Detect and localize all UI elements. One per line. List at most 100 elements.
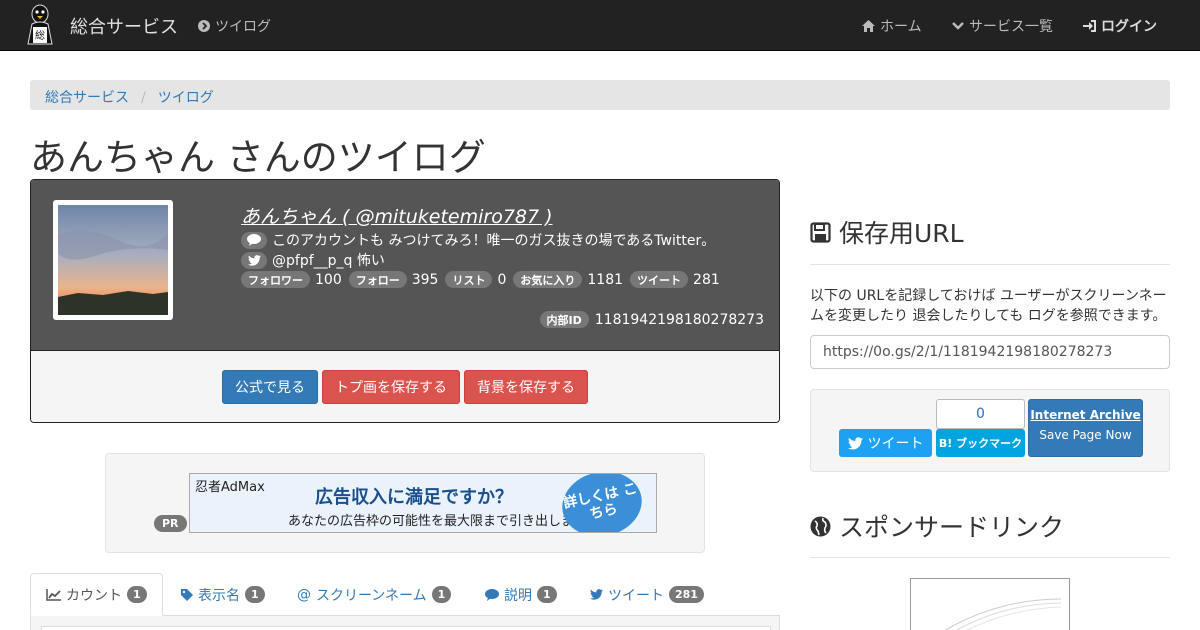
stat-label-following: フォロー [348,271,407,288]
sponsor-ad-image [944,598,1062,630]
internal-id: 内部ID 1181942198180278273 [539,311,764,328]
tab-tweets-badge: 281 [669,586,704,603]
brand-name[interactable]: 総合サービス [70,13,178,39]
sponsor-heading: スポンサードリンク [810,508,1064,544]
penguin-logo-icon[interactable]: 総 [20,2,60,46]
hatena-bookmark-button[interactable]: B! ブックマーク [936,429,1025,457]
profile-actions: 公式で見る トプ画を保存する 背景を保存する [31,350,779,422]
stat-label-tweets: ツイート [630,271,689,288]
nav-login-label: ログイン [1101,19,1157,35]
profile-bio: このアカウントも みつけてみろ！唯一のガス抜きの場であるTwitter。 [241,230,715,250]
hatena-bookmark-count: 0 [936,399,1025,429]
save-background-button[interactable]: 背景を保存する [464,370,588,404]
svg-text:総: 総 [35,29,45,42]
chevron-down-icon [952,22,964,30]
tab-description-badge: 1 [537,586,557,603]
internet-archive-title: Internet Archive [1030,408,1141,422]
share-box: ツイート 0 B! ブックマーク Internet Archive Save P… [810,389,1170,472]
tab-display-name-badge: 1 [245,586,265,603]
home-icon [862,20,875,32]
comment-icon [241,231,267,249]
twitter-icon [590,589,603,600]
stat-value-following: 395 [411,271,439,288]
profile-header: あんちゃん ( @mituketemiro787 ) このアカウントも みつけて… [31,180,779,350]
ad-subtext: あなたの広告枠の可能性を最大限まで引き出します [288,514,588,529]
divider [810,557,1170,558]
breadcrumb-item-tsuilog[interactable]: ツイログ [158,90,214,106]
tag-icon [181,588,193,601]
internal-id-label: 内部ID [539,311,589,328]
save-url-input[interactable] [810,335,1170,369]
page-title: あんちゃん さんのツイログ [30,136,486,179]
save-url-heading-text: 保存用URL [839,219,964,248]
nav-tsuilog[interactable]: ツイログ [198,16,271,36]
stat-label-lists: リスト [445,271,493,288]
tabs: カウント 1 表示名 1 @ スクリーンネーム 1 説明 1 ツイート 281 [30,573,780,616]
tab-screen-name[interactable]: @ スクリーンネーム 1 [297,573,452,616]
tweet-share-button[interactable]: ツイート [839,429,932,457]
ad-details-badge: 詳しくは こちら [556,474,648,532]
avatar-image [58,205,168,315]
avatar[interactable] [53,200,173,320]
tab-count-label: カウント [66,587,122,604]
profile-twitter-text: @pfpf__p_q 怖い [272,253,385,269]
tweet-share-label: ツイート [867,436,924,452]
breadcrumb: 総合サービス / ツイログ [30,80,1170,110]
save-url-heading: 保存用URL [810,214,964,250]
tab-count-badge: 1 [127,586,147,603]
divider [810,264,1170,265]
tab-content-table [41,626,771,630]
breadcrumb-item-home[interactable]: 総合サービス [45,90,129,106]
ad-headline: 広告収入に満足ですか？ [315,487,513,508]
globe-icon [810,516,831,536]
internal-id-value: 1181942198180278273 [594,311,764,328]
nav-home[interactable]: ホーム [862,16,922,36]
nav-services-label: サービス一覧 [969,19,1053,35]
twitter-icon [241,251,267,269]
tab-count[interactable]: カウント 1 [30,573,163,616]
chevron-circle-right-icon [198,20,210,32]
save-url-description: 以下の URLを記録しておけば ユーザーがスクリーンネームを変更したり 退会した… [810,288,1167,324]
profile-name-link[interactable]: あんちゃん ( @mituketemiro787 ) [241,202,553,229]
breadcrumb-separator: / [141,90,146,106]
internet-archive-subtitle: Save Page Now [1039,428,1132,442]
stat-value-lists: 0 [497,271,507,288]
stat-value-followers: 100 [315,271,342,288]
nav-services[interactable]: サービス一覧 [952,16,1053,36]
tab-description-label: 説明 [504,587,532,604]
floppy-disk-icon [810,221,831,243]
navbar: 総 総合サービス ツイログ ホーム サービス一覧 ログイン [0,0,1200,51]
stat-value-favorites: 1181 [587,271,624,288]
internet-archive-button[interactable]: Internet Archive Save Page Now [1028,399,1143,457]
tab-screen-name-badge: 1 [431,586,452,603]
tab-display-name-label: 表示名 [198,587,240,604]
line-chart-icon [46,588,61,601]
comment-icon [485,588,499,601]
ad-banner[interactable]: 忍者AdMax 広告収入に満足ですか？ あなたの広告枠の可能性を最大限まで引き出… [189,473,657,533]
sign-in-icon [1083,20,1096,32]
view-official-button[interactable]: 公式で見る [222,370,318,404]
pr-badge: PR [154,515,187,532]
nav-tsuilog-label: ツイログ [215,19,271,35]
tab-display-name[interactable]: 表示名 1 [181,573,265,616]
profile-bio-text: このアカウントも みつけてみろ！唯一のガス抜きの場であるTwitter。 [272,233,716,249]
ad-box: PR 忍者AdMax 広告収入に満足ですか？ あなたの広告枠の可能性を最大限まで… [105,453,705,553]
profile-twitter-line: @pfpf__p_q 怖い [241,250,385,270]
save-icon-button[interactable]: トプ画を保存する [322,370,460,404]
tab-description[interactable]: 説明 1 [485,573,557,616]
sponsor-ad[interactable] [910,578,1070,630]
sponsor-heading-text: スポンサードリンク [839,513,1065,542]
profile-card: あんちゃん ( @mituketemiro787 ) このアカウントも みつけて… [30,179,780,423]
ad-logo: 忍者AdMax [195,480,265,495]
tab-tweets[interactable]: ツイート 281 [590,573,704,616]
nav-login[interactable]: ログイン [1083,16,1157,36]
profile-stats: フォロワー 100 フォロー 395 リスト 0 お気に入り 1181 ツイート… [241,271,722,288]
at-icon: @ [297,586,311,603]
tab-screen-name-label: スクリーンネーム [316,587,427,604]
stat-value-tweets: 281 [693,271,720,288]
stat-label-followers: フォロワー [241,271,310,288]
tab-tweets-label: ツイート [608,587,664,604]
stat-label-favorites: お気に入り [513,271,583,288]
twitter-icon [847,436,863,449]
tab-content [30,616,780,630]
